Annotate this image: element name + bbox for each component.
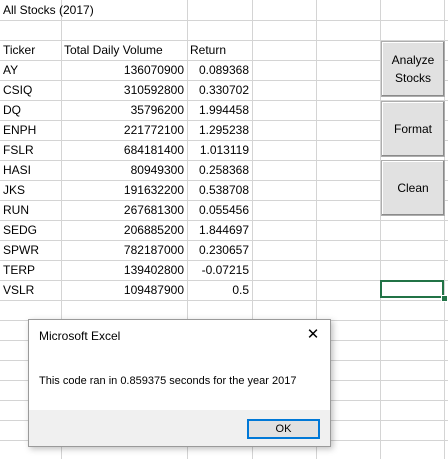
volume-cell: 206885200 [123, 223, 184, 237]
return-cell: 0.258368 [198, 163, 249, 177]
return-cell: 0.089368 [198, 63, 249, 77]
ticker-cell: DQ [3, 103, 21, 117]
dialog-message: This code ran in 0.859375 seconds for th… [39, 375, 297, 387]
analyze-stocks-label-line2: Stocks [394, 71, 431, 85]
volume-cell: 684181400 [123, 143, 184, 157]
close-icon[interactable]: ✕ [304, 325, 322, 345]
ticker-cell: CSIQ [3, 83, 33, 97]
ticker-cell: VSLR [3, 283, 35, 297]
active-cell[interactable] [380, 280, 444, 298]
volume-cell: 109487900 [123, 283, 184, 297]
volume-cell: 267681300 [123, 203, 184, 217]
volume-cell: 136070900 [123, 63, 184, 77]
dialog-body: This code ran in 0.859375 seconds for th… [29, 358, 330, 410]
analyze-stocks-label-line1: Analyze [391, 53, 435, 67]
format-button[interactable]: Format [381, 101, 445, 157]
message-dialog: Microsoft Excel ✕ This code ran in 0.859… [28, 319, 331, 447]
dialog-title: Microsoft Excel [39, 329, 121, 343]
volume-cell: 139402800 [123, 263, 184, 277]
return-cell: 1.994458 [198, 103, 249, 117]
volume-cell: 782187000 [123, 243, 184, 257]
volume-cell: 35796200 [130, 103, 184, 117]
volume-cell: 221772100 [123, 123, 184, 137]
return-cell: 0.330702 [198, 83, 249, 97]
ticker-cell: RUN [3, 203, 29, 217]
clean-button[interactable]: Clean [381, 160, 445, 216]
volume-cell: 310592800 [123, 83, 184, 97]
ticker-cell: ENPH [3, 123, 37, 137]
return-cell: 0.5 [232, 283, 249, 297]
ticker-cell: SEDG [3, 223, 38, 237]
return-cell: 0.538708 [198, 183, 249, 197]
return-cell: 1.295238 [198, 123, 249, 137]
header-ticker: Ticker [3, 43, 36, 57]
volume-cell: 80949300 [130, 163, 184, 177]
return-cell: 1.013119 [199, 143, 249, 157]
dialog-footer: OK [29, 410, 330, 446]
sheet-title: All Stocks (2017) [3, 3, 94, 17]
ticker-cell: HASI [3, 163, 32, 177]
fill-handle[interactable] [441, 295, 448, 302]
analyze-stocks-button[interactable]: Analyze Stocks [381, 41, 445, 97]
ticker-cell: SPWR [3, 243, 39, 257]
ticker-cell: JKS [3, 183, 26, 197]
format-label: Format [393, 122, 432, 136]
return-cell: 1.844697 [198, 223, 249, 237]
ticker-cell: FSLR [3, 143, 34, 157]
ticker-cell: TERP [3, 263, 36, 277]
header-volume: Total Daily Volume [64, 43, 163, 57]
return-cell: -0.07215 [201, 263, 249, 277]
return-cell: 0.055456 [198, 203, 249, 217]
ok-button[interactable]: OK [247, 419, 320, 439]
return-cell: 0.230657 [198, 243, 249, 257]
ticker-cell: AY [3, 63, 19, 77]
header-return: Return [190, 43, 227, 57]
clean-label: Clean [397, 181, 429, 195]
volume-cell: 191632200 [123, 183, 184, 197]
